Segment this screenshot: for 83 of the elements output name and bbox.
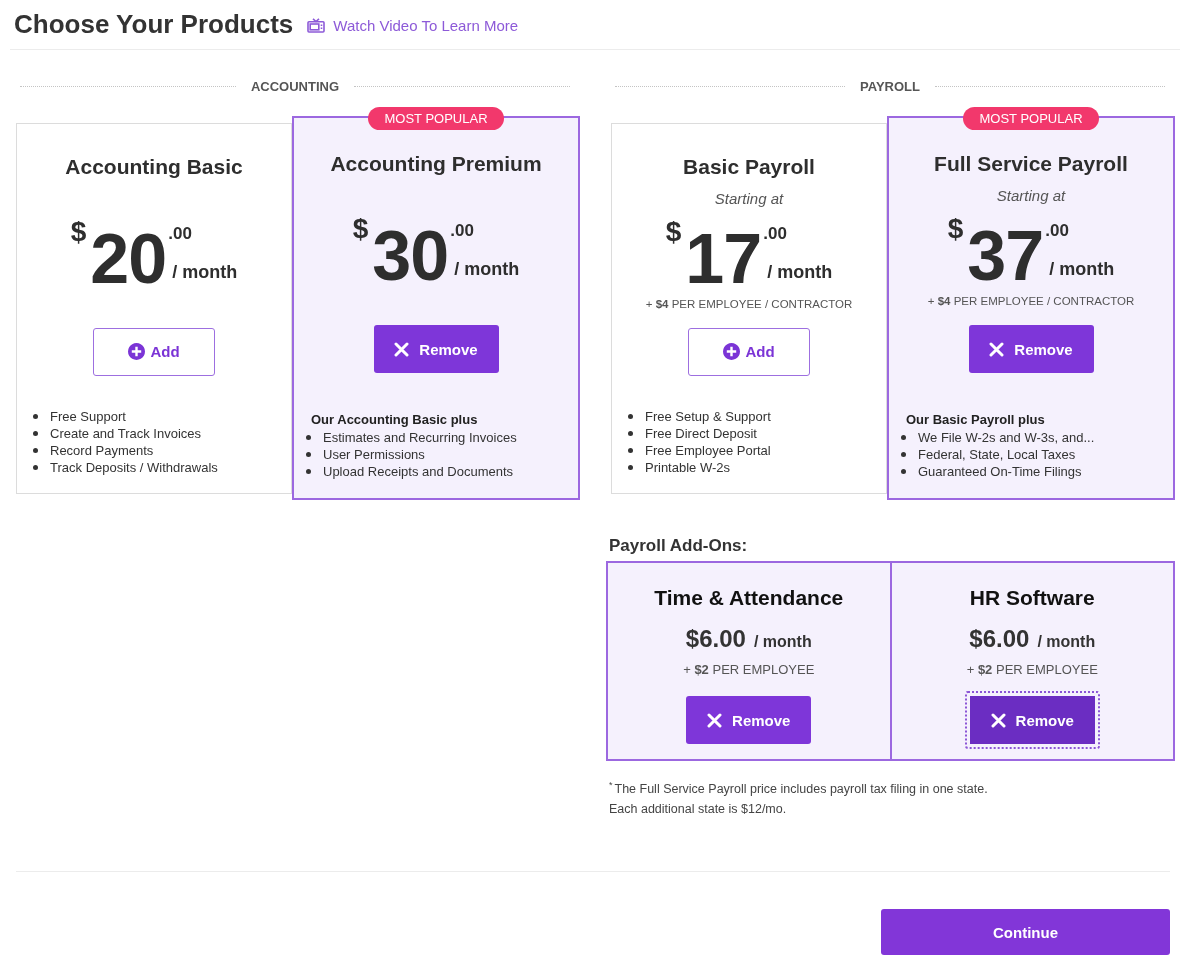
footnote: $^{*}$The Full Service Payroll price includes payroll tax filing in one state. [609,779,989,798]
feature-item: User Permissions [323,446,425,463]
currency-symbol: $ [352,215,369,243]
bullet-icon [628,447,633,453]
addon-title: Time & Attendance [654,585,844,611]
per-employee-fee: + $4 PER EMPLOYEE / CONTRACTOR [927,294,1135,309]
section-label: ACCOUNTING [250,78,340,94]
footnote: Each additional state is $12/mo. [609,801,788,818]
features-heading: Our Accounting Basic plus [311,411,479,429]
feature-item: Track Deposits / Withdrawals [50,458,218,476]
feature-item: Record Payments [50,441,154,459]
currency-symbol: $ [665,217,682,246]
bullet-icon [628,430,633,436]
price-period: / month [454,259,520,279]
remove-button[interactable]: Remove [968,325,1094,373]
price-subtitle: Starting at [714,188,784,209]
popular-badge: MOST POPULAR [368,107,504,130]
addon-price: $6.00 [685,626,746,652]
bullet-icon [33,430,38,436]
remove-button[interactable]: Remove [686,696,812,744]
bullet-icon [901,469,906,474]
price-amount: 37 [967,221,1044,291]
plan-title: Full Service Payroll [934,151,1128,177]
add-button[interactable]: Add [93,327,215,376]
feature-item: Free Direct Deposit [645,424,757,442]
bullet-icon [628,413,633,419]
x-icon [989,341,1005,357]
feature-item: Federal, State, Local Taxes [918,446,1076,463]
page-title: Choose Your Products [14,8,294,41]
currency-symbol: $ [947,215,964,243]
section-label: PAYROLL [860,78,920,94]
price-period: / month [1037,632,1096,652]
bullet-icon [306,435,311,440]
per-employee-fee: + $2 PER EMPLOYEE [683,662,815,678]
bullet-icon [33,464,38,470]
currency-symbol: $ [70,217,87,246]
price-amount: 30 [372,221,449,291]
per-employee-fee: + $4 PER EMPLOYEE / CONTRACTOR [645,296,853,312]
x-icon [707,712,723,728]
price-cents: .00 [450,221,474,241]
addons-heading: Payroll Add-Ons: [609,536,749,556]
feature-item: We File W-2s and W-3s, and... [918,429,1095,446]
bullet-icon [33,413,38,419]
feature-item: Free Employee Portal [645,441,771,459]
price-period: / month [1049,259,1115,279]
feature-item: Guaranteed On-Time Filings [918,463,1082,480]
add-button[interactable]: Add [688,327,810,376]
addon-price: $6.00 [969,626,1030,652]
price-subtitle: Starting at [996,186,1066,206]
feature-item: Printable W-2s [645,458,730,476]
feature-item: Free Setup & Support [645,407,771,425]
continue-button[interactable]: Continue [881,909,1170,955]
per-employee-fee: + $2 PER EMPLOYEE [966,662,1098,678]
feature-item: Estimates and Recurring Invoices [323,429,517,446]
price-cents: .00 [763,223,787,244]
watch-video-link[interactable]: Watch Video To Learn More [307,16,519,34]
bullet-icon [901,452,906,457]
price-cents: .00 [168,223,192,244]
price-period: / month [767,261,833,282]
popular-badge: MOST POPULAR [963,107,1099,130]
addon-title: HR Software [969,585,1095,611]
feature-item: Upload Receipts and Documents [323,463,514,480]
plan-title: Accounting Premium [330,151,542,177]
bullet-icon [901,435,906,440]
remove-button[interactable]: Remove [964,691,1100,749]
price-amount: 20 [90,223,167,294]
bullet-icon [306,469,311,474]
feature-item: Free Support [50,407,126,425]
price-cents: .00 [1045,221,1069,241]
features-heading: Our Basic Payroll plus [906,411,1046,429]
remove-button[interactable]: Remove [373,325,499,373]
price-period: / month [753,632,812,652]
x-icon [394,341,410,357]
bullet-icon [33,447,38,453]
plan-title: Accounting Basic [65,153,243,180]
price-amount: 17 [685,223,762,294]
x-icon [990,712,1006,728]
tv-icon [307,17,326,33]
feature-item: Create and Track Invoices [50,424,202,442]
bullet-icon [306,452,311,457]
plan-title: Basic Payroll [683,153,815,180]
price-period: / month [172,261,238,282]
bullet-icon [628,464,633,470]
